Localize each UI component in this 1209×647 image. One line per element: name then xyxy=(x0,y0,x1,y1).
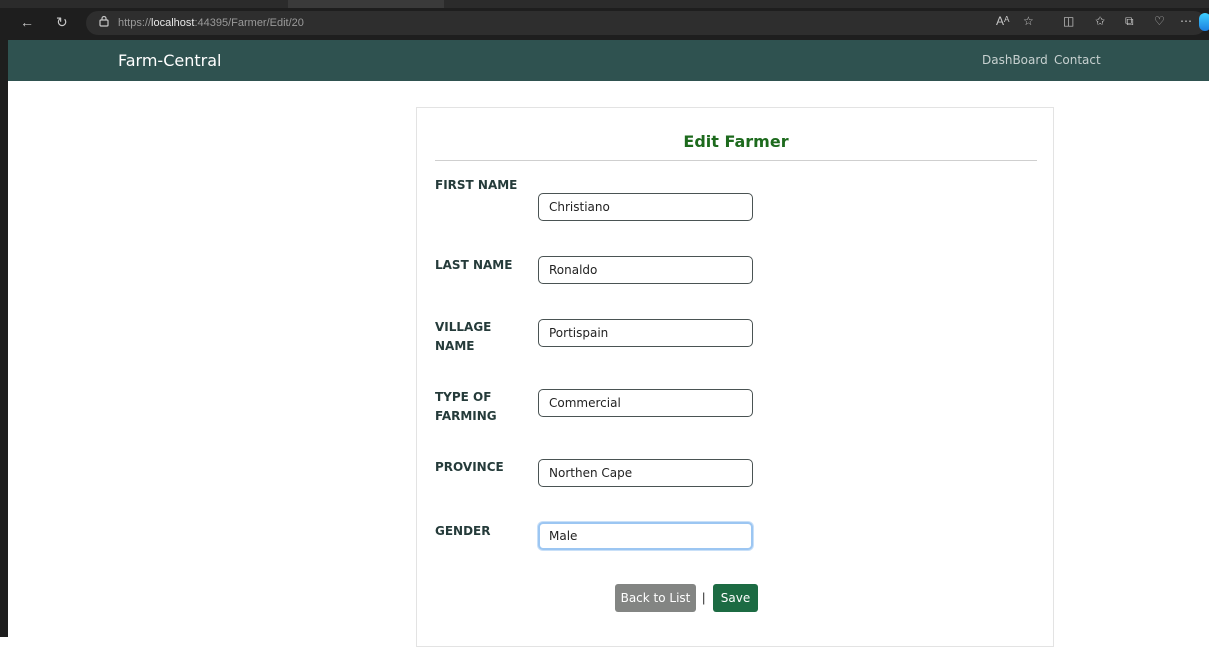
read-aloud-icon[interactable]: Aᴬ xyxy=(996,15,1009,28)
last-name-label: LAST NAME xyxy=(435,258,513,272)
favorite-star-icon[interactable]: ☆ xyxy=(1023,15,1034,28)
more-menu-icon[interactable]: ⋯ xyxy=(1180,15,1192,28)
copilot-icon[interactable] xyxy=(1199,13,1209,31)
refresh-icon[interactable]: ↻ xyxy=(56,15,68,29)
edit-farmer-card: Edit Farmer FIRST NAME LAST NAME VILLAGE… xyxy=(416,107,1054,647)
split-screen-icon[interactable]: ◫ xyxy=(1063,15,1074,28)
type-of-farming-label: TYPE OF FARMING xyxy=(435,390,497,423)
brand-link[interactable]: Farm-Central xyxy=(118,51,221,70)
back-to-list-button[interactable]: Back to List xyxy=(615,584,696,612)
first-name-label: FIRST NAME xyxy=(435,178,518,192)
url-text[interactable]: https://localhost:44395/Farmer/Edit/20 xyxy=(118,17,304,29)
title-divider xyxy=(435,160,1037,161)
active-tab-edge[interactable] xyxy=(288,0,444,8)
browser-toolbar: ← ↻ https://localhost:44395/Farmer/Edit/… xyxy=(0,0,1209,40)
page-title: Edit Farmer xyxy=(683,132,789,151)
village-name-input[interactable] xyxy=(538,319,753,347)
gender-input[interactable] xyxy=(538,522,753,550)
nav-contact-link[interactable]: Contact xyxy=(1054,53,1101,67)
button-separator: | xyxy=(702,590,706,605)
browser-essentials-icon[interactable]: ♡ xyxy=(1154,15,1165,28)
favorites-icon[interactable]: ✩ xyxy=(1095,15,1105,28)
province-input[interactable] xyxy=(538,459,753,487)
collections-icon[interactable]: ⧉ xyxy=(1125,15,1134,28)
type-of-farming-input[interactable] xyxy=(538,389,753,417)
first-name-input[interactable] xyxy=(538,193,753,221)
lock-icon[interactable] xyxy=(98,15,110,27)
back-arrow-icon[interactable]: ← xyxy=(20,15,34,29)
last-name-input[interactable] xyxy=(538,256,753,284)
tab-strip xyxy=(0,0,1209,8)
app-navbar: Farm-Central DashBoard Contact xyxy=(8,40,1209,81)
window-edge xyxy=(0,40,8,637)
gender-label: GENDER xyxy=(435,524,491,538)
province-label: PROVINCE xyxy=(435,460,504,474)
village-name-label: VILLAGE NAME xyxy=(435,320,492,353)
nav-dashboard-link[interactable]: DashBoard xyxy=(982,53,1048,67)
save-button[interactable]: Save xyxy=(713,584,758,612)
